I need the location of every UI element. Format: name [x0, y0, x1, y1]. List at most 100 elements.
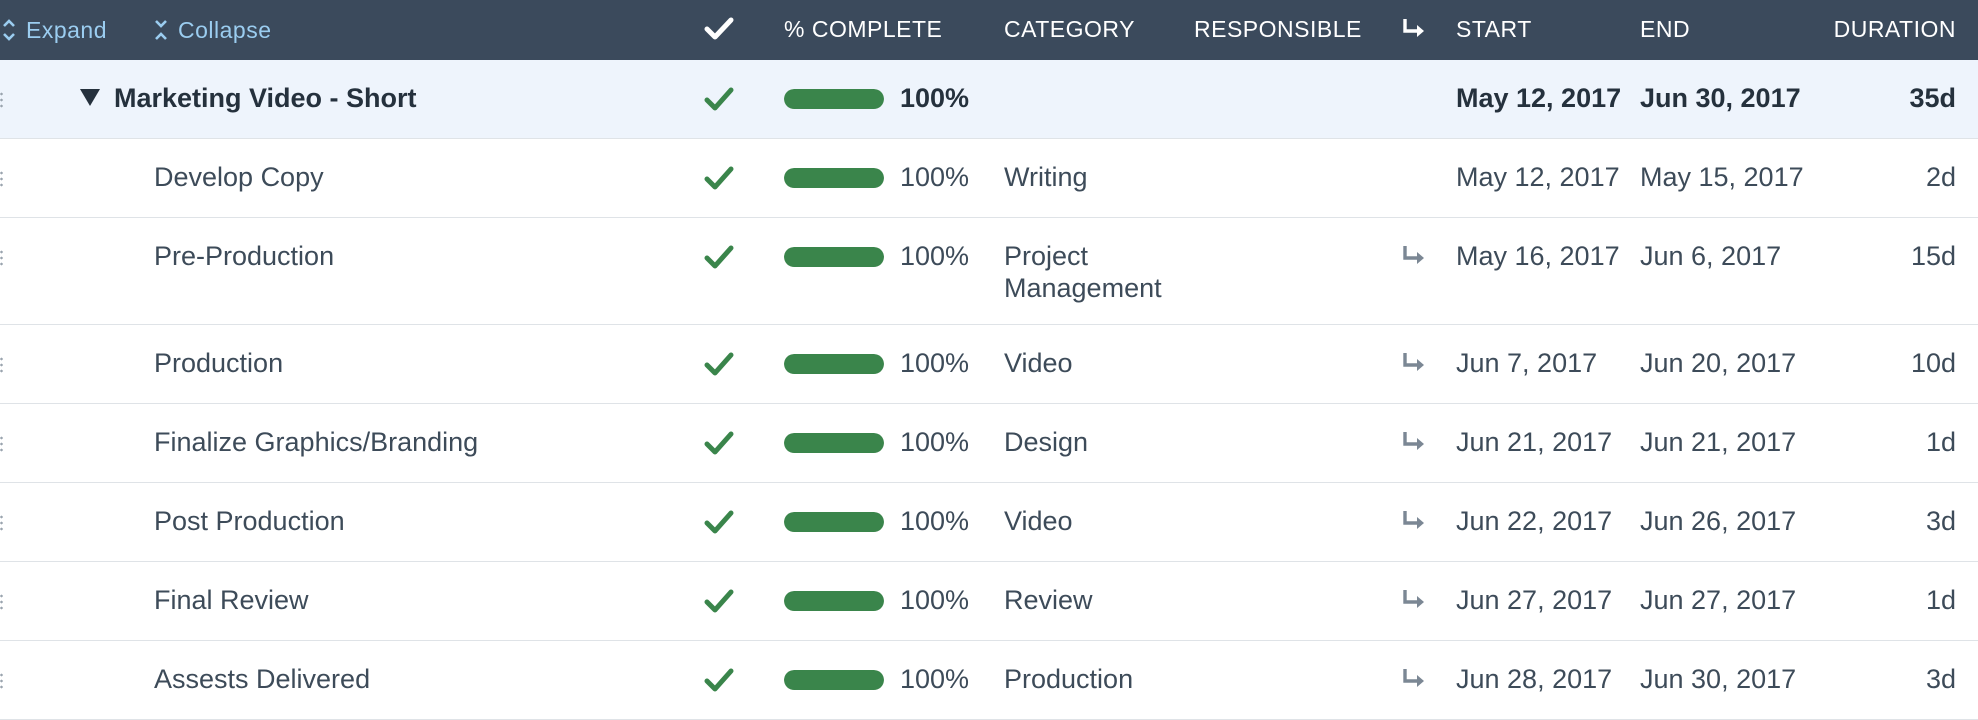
- task-row[interactable]: Production 100% Video Jun 7, 2017 Jun 20, 20…: [0, 325, 1978, 404]
- dependency-column-header[interactable]: [1400, 16, 1426, 44]
- start-date[interactable]: May 16, 2017: [1456, 240, 1620, 272]
- drag-handle[interactable]: [0, 514, 3, 532]
- percent-complete: 100%: [900, 506, 970, 536]
- end-date[interactable]: Jun 27, 2017: [1640, 584, 1796, 616]
- task-name[interactable]: Develop Copy: [154, 161, 324, 193]
- start-date[interactable]: May 12, 2017: [1456, 161, 1620, 193]
- check-icon[interactable]: [704, 350, 734, 378]
- category-cell[interactable]: Project Management: [1004, 240, 1184, 304]
- task-name[interactable]: Post Production: [154, 505, 345, 537]
- percent-complete: 100%: [900, 427, 970, 457]
- progress-bar: [784, 354, 884, 374]
- check-icon[interactable]: [704, 85, 734, 113]
- task-row[interactable]: Assests Delivered 100% Production Jun 28, 2…: [0, 641, 1978, 720]
- end-date[interactable]: May 15, 2017: [1640, 161, 1804, 193]
- category-cell[interactable]: Video: [1004, 505, 1184, 537]
- column-header-duration[interactable]: DURATION: [1834, 0, 1956, 60]
- check-icon[interactable]: [704, 587, 734, 615]
- progress-fill: [784, 433, 884, 453]
- dependency-arrow-icon[interactable]: [1400, 508, 1426, 534]
- duration-cell[interactable]: 1d: [1926, 426, 1956, 458]
- check-icon[interactable]: [704, 666, 734, 694]
- start-date[interactable]: May 12, 2017: [1456, 82, 1621, 114]
- check-icon[interactable]: [704, 164, 734, 192]
- duration-cell[interactable]: 15d: [1911, 240, 1956, 272]
- start-date[interactable]: Jun 7, 2017: [1456, 347, 1597, 379]
- end-date[interactable]: Jun 20, 2017: [1640, 347, 1796, 379]
- column-header-responsible[interactable]: RESPONSIBLE: [1194, 0, 1362, 60]
- check-icon[interactable]: [704, 429, 734, 457]
- dependency-arrow-icon[interactable]: [1400, 243, 1426, 269]
- task-name[interactable]: Assests Delivered: [154, 663, 370, 695]
- percent-complete: 100%: [900, 664, 970, 694]
- drag-handle[interactable]: [0, 249, 3, 267]
- task-name[interactable]: Final Review: [154, 584, 309, 616]
- check-icon: [704, 17, 734, 40]
- task-name[interactable]: Production: [154, 347, 283, 379]
- start-date[interactable]: Jun 21, 2017: [1456, 426, 1612, 458]
- progress-bar: [784, 670, 884, 690]
- collapse-icon: [154, 17, 168, 43]
- task-group-row[interactable]: Marketing Video - Short 100% May 12, 2017 J…: [0, 60, 1978, 139]
- dependency-arrow-icon[interactable]: [1400, 666, 1426, 692]
- start-date[interactable]: Jun 22, 2017: [1456, 505, 1612, 537]
- caret-down-icon[interactable]: [80, 89, 100, 106]
- column-header-start[interactable]: START: [1456, 0, 1532, 60]
- progress-fill: [784, 354, 884, 374]
- task-row[interactable]: Finalize Graphics/Branding 100% Design Jun …: [0, 404, 1978, 483]
- percent-complete: 100%: [900, 348, 970, 378]
- progress-bar: [784, 591, 884, 611]
- dependency-arrow-icon[interactable]: [1400, 350, 1426, 376]
- dependency-arrow-icon[interactable]: [1400, 587, 1426, 613]
- task-row[interactable]: Pre-Production 100% Project Management May …: [0, 218, 1978, 325]
- duration-cell[interactable]: 1d: [1926, 584, 1956, 616]
- percent-complete: 100%: [900, 83, 970, 113]
- check-icon[interactable]: [704, 508, 734, 536]
- category-cell[interactable]: Production: [1004, 663, 1184, 695]
- task-name[interactable]: Marketing Video - Short: [114, 82, 417, 114]
- start-date[interactable]: Jun 27, 2017: [1456, 584, 1612, 616]
- drag-handle[interactable]: [0, 593, 3, 611]
- task-list: Marketing Video - Short 100% May 12, 2017 J…: [0, 60, 1978, 720]
- category-cell[interactable]: Video: [1004, 347, 1184, 379]
- progress-bar: [784, 433, 884, 453]
- collapse-button[interactable]: Collapse: [154, 0, 272, 60]
- category-cell[interactable]: Writing: [1004, 161, 1184, 193]
- dependency-arrow-icon[interactable]: [1400, 429, 1426, 455]
- start-date[interactable]: Jun 28, 2017: [1456, 663, 1612, 695]
- duration-cell[interactable]: 3d: [1926, 505, 1956, 537]
- progress-fill: [784, 89, 884, 109]
- check-icon[interactable]: [704, 243, 734, 271]
- category-cell[interactable]: Design: [1004, 426, 1184, 458]
- duration-cell[interactable]: 10d: [1911, 347, 1956, 379]
- task-row[interactable]: Final Review 100% Review Jun 27, 2017 Jun 27…: [0, 562, 1978, 641]
- column-header-category[interactable]: CATEGORY: [1004, 0, 1135, 60]
- duration-cell[interactable]: 2d: [1926, 161, 1956, 193]
- duration-cell[interactable]: 35d: [1909, 82, 1956, 114]
- drag-handle[interactable]: [0, 356, 3, 374]
- end-date[interactable]: Jun 26, 2017: [1640, 505, 1796, 537]
- category-cell[interactable]: Review: [1004, 584, 1184, 616]
- drag-handle[interactable]: [0, 435, 3, 453]
- drag-handle[interactable]: [0, 91, 3, 109]
- drag-handle[interactable]: [0, 672, 3, 690]
- expand-button[interactable]: Expand: [2, 0, 107, 60]
- task-name[interactable]: Finalize Graphics/Branding: [154, 426, 478, 458]
- progress-bar: [784, 512, 884, 532]
- column-header-end[interactable]: END: [1640, 0, 1690, 60]
- end-date[interactable]: Jun 30, 2017: [1640, 82, 1801, 114]
- duration-cell[interactable]: 3d: [1926, 663, 1956, 695]
- end-date[interactable]: Jun 21, 2017: [1640, 426, 1796, 458]
- progress-fill: [784, 591, 884, 611]
- end-date[interactable]: Jun 30, 2017: [1640, 663, 1796, 695]
- task-name[interactable]: Pre-Production: [154, 240, 334, 272]
- task-row[interactable]: Post Production 100% Video Jun 22, 2017 Jun …: [0, 483, 1978, 562]
- task-row[interactable]: Develop Copy 100% Writing May 12, 2017 May 1…: [0, 139, 1978, 218]
- end-date[interactable]: Jun 6, 2017: [1640, 240, 1781, 272]
- progress-fill: [784, 512, 884, 532]
- done-column-header[interactable]: [704, 16, 734, 44]
- column-header-complete[interactable]: % COMPLETE: [784, 0, 942, 60]
- drag-handle[interactable]: [0, 170, 3, 188]
- progress-bar: [784, 247, 884, 267]
- percent-complete: 100%: [900, 162, 970, 192]
